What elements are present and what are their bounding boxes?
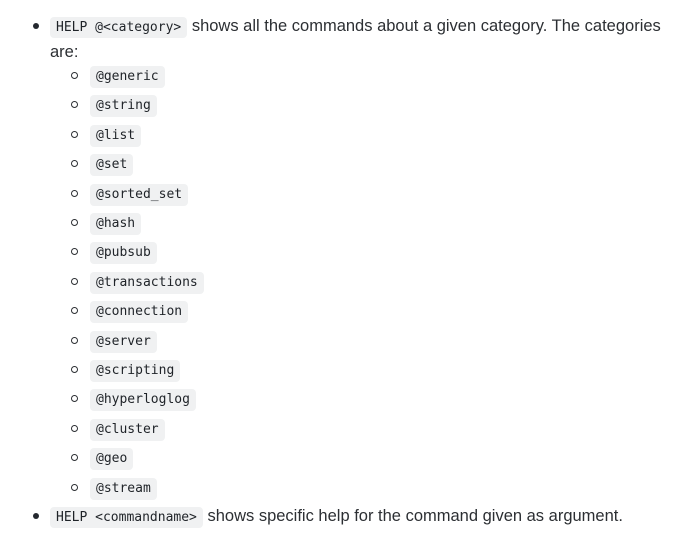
category-stream: @stream: [90, 477, 157, 500]
category-cluster: @cluster: [90, 418, 165, 441]
category-scripting: @scripting: [90, 360, 181, 382]
category-pubsub: @pubsub: [90, 242, 157, 265]
category-hash: @hash: [90, 213, 142, 235]
circle-bullet: [71, 277, 78, 285]
help-category-text: shows all the commands about a given cat…: [187, 17, 661, 35]
category-connection: @connection: [90, 301, 189, 324]
circle-bullet: [71, 248, 78, 256]
circle-bullet: [71, 483, 78, 491]
bullet-help-category: [33, 23, 39, 29]
help-commandname-description: HELP <commandname> shows specific help f…: [50, 504, 686, 530]
circle-bullet: [71, 307, 78, 315]
category-list: @list: [90, 124, 142, 147]
circle-bullet: [71, 424, 78, 432]
category-hyperloglog: @hyperloglog: [90, 389, 196, 412]
help-commandname-code: HELP <commandname>: [50, 507, 203, 528]
help-category-text-continued: are:: [50, 43, 79, 61]
circle-bullet: [71, 72, 78, 79]
category-geo: @geo: [90, 448, 134, 471]
category-server: @server: [90, 330, 157, 353]
circle-bullet: [71, 454, 78, 462]
circle-bullet: [71, 219, 78, 226]
category-set: @set: [90, 154, 134, 177]
circle-bullet: [71, 160, 78, 168]
category-transactions: @transactions: [90, 271, 204, 294]
category-sorted-set: @sorted_set: [90, 183, 189, 206]
category-string: @string: [90, 95, 157, 118]
category-generic: @generic: [90, 66, 165, 88]
help-commandname-text: shows specific help for the command give…: [202, 507, 623, 525]
bullet-help-commandname: [33, 513, 39, 519]
circle-bullet: [71, 366, 78, 373]
help-category-code: HELP @<category>: [50, 17, 188, 38]
circle-bullet: [71, 101, 78, 109]
circle-bullet: [71, 336, 78, 344]
circle-bullet: [71, 130, 78, 138]
help-category-description: HELP @<category> shows all the commands …: [50, 14, 686, 64]
circle-bullet: [71, 395, 78, 403]
circle-bullet: [71, 189, 78, 197]
